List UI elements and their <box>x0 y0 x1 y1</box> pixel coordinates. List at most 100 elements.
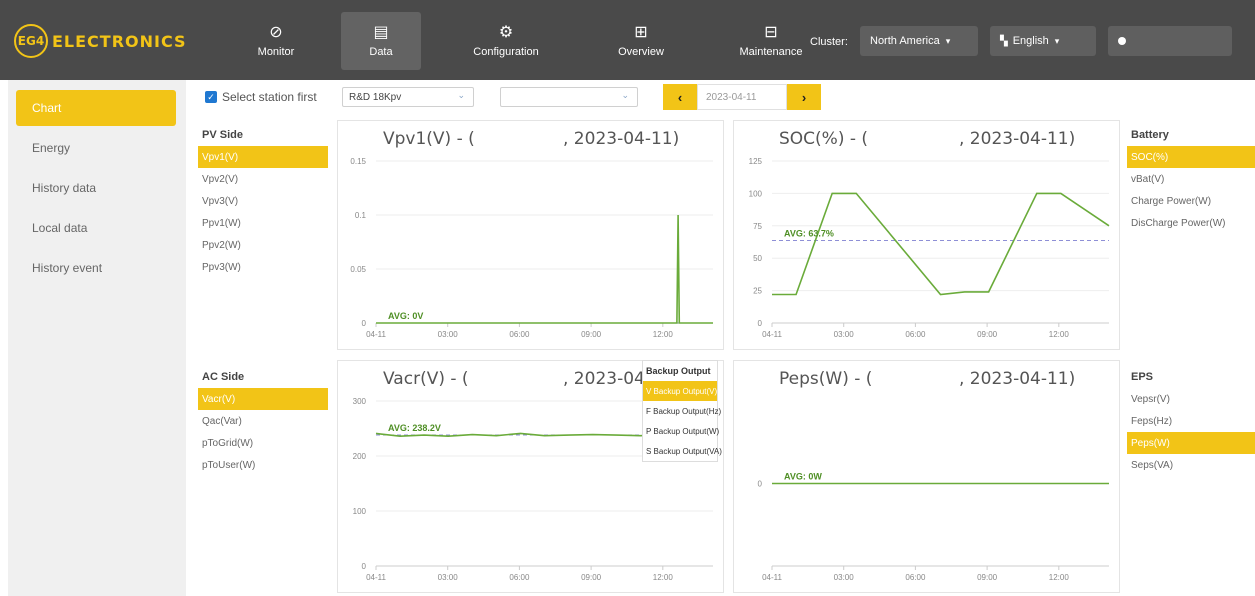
chart-date: , 2023-04-11) <box>959 129 1076 149</box>
list-item[interactable]: Vacr(V) <box>198 388 328 410</box>
list-item[interactable]: Ppv3(W) <box>198 256 328 278</box>
backup-output-menu: Backup Output V Backup Output(V) F Backu… <box>642 360 722 462</box>
list-item[interactable]: pToUser(W) <box>198 454 328 476</box>
list-item[interactable]: Feps(Hz) <box>1127 410 1255 432</box>
cluster-value: North America <box>870 35 940 47</box>
nav-configuration[interactable]: ⚙ Configuration <box>463 12 549 70</box>
soc-chart: 0 25 50 75 100 125 04-11 03:00 06:00 09:00 12:00 AV… <box>749 157 1110 339</box>
x-tick-label: 03:00 <box>438 573 459 582</box>
ac-side-list: AC Side Vacr(V) Qac(Var) pToGrid(W) pToU… <box>198 366 328 476</box>
list-item[interactable]: Seps(VA) <box>1127 454 1255 476</box>
list-item[interactable]: P Backup Output(W) <box>643 421 719 441</box>
sidebar-item-label: Energy <box>32 141 71 155</box>
nav-maintenance-label: Maintenance <box>739 45 803 58</box>
list-item[interactable]: Qac(Var) <box>198 410 328 432</box>
y-tick-label: 0.05 <box>350 265 366 274</box>
y-tick-label: 100 <box>749 189 763 198</box>
average-label: AVG: 238.2V <box>388 423 441 433</box>
nav-overview-label: Overview <box>618 45 664 58</box>
nav-overview[interactable]: ⊞ Overview <box>612 12 670 70</box>
pv-side-header: PV Side <box>202 129 243 141</box>
list-item[interactable]: Ppv1(W) <box>198 212 328 234</box>
station-select[interactable]: R&D 18Kpv ⌄ <box>342 87 474 107</box>
nav-data[interactable]: ▤ Data <box>341 12 421 70</box>
device-select[interactable]: ⌄ <box>500 87 638 107</box>
sidebar-item-history-event[interactable]: History event <box>16 250 176 286</box>
toolbox-icon: ⊟ <box>764 23 778 41</box>
date-input[interactable]: 2023-04-11 <box>697 84 787 110</box>
backup-output-title: Backup Output <box>646 366 711 376</box>
list-item[interactable]: Ppv2(W) <box>198 234 328 256</box>
list-item[interactable]: V Backup Output(V) <box>643 381 717 401</box>
nav-configuration-label: Configuration <box>473 45 539 58</box>
chevron-right-icon: › <box>801 89 807 105</box>
list-item[interactable]: Vpv2(V) <box>198 168 328 190</box>
brand-logo[interactable]: EG4 ELECTRONICS <box>14 24 187 58</box>
nav-maintenance[interactable]: ⊟ Maintenance <box>734 12 808 70</box>
series-line <box>772 192 1110 296</box>
grid-icon: ⊞ <box>634 23 648 41</box>
chart-title: SOC(%) - ( <box>779 129 869 149</box>
x-tick-label: 04-11 <box>762 573 782 582</box>
gear-icon: ⚙ <box>498 23 514 41</box>
cluster-dropdown[interactable]: North America ▾ <box>860 26 978 56</box>
x-tick-label: 06:00 <box>905 330 926 339</box>
logo-text: ELECTRONICS <box>52 31 187 51</box>
vpv1-chart: 0 0.05 0.1 0.15 04-11 03:00 06:00 09:00 12:00 AVG… <box>350 157 713 339</box>
sidebar-item-energy[interactable]: Energy <box>16 130 176 166</box>
nav-data-label: Data <box>369 45 393 58</box>
list-item[interactable]: SOC(%) <box>1127 146 1255 168</box>
nav-monitor[interactable]: ⊘ Monitor <box>248 12 304 70</box>
chart-title: Vacr(V) - ( <box>383 369 469 389</box>
y-tick-label: 0 <box>362 562 367 571</box>
y-tick-label: 0 <box>758 480 763 489</box>
chevron-left-icon: ‹ <box>677 89 683 105</box>
list-item[interactable]: F Backup Output(Hz) <box>643 401 721 421</box>
y-tick-label: 0.1 <box>355 211 367 220</box>
x-tick-label: 06:00 <box>905 573 926 582</box>
next-date-button[interactable]: › <box>787 84 821 110</box>
list-item[interactable]: Vpv3(V) <box>198 190 328 212</box>
x-tick-label: 09:00 <box>581 573 602 582</box>
select-station-label: Select station first <box>222 90 317 104</box>
list-item[interactable]: pToGrid(W) <box>198 432 328 454</box>
x-tick-label: 03:00 <box>438 330 459 339</box>
sidebar-item-label: Local data <box>32 221 88 235</box>
list-item[interactable]: S Backup Output(VA) <box>643 441 722 461</box>
list-item[interactable]: Peps(W) <box>1127 432 1255 454</box>
sidebar-item-local-data[interactable]: Local data <box>16 210 176 246</box>
y-tick-label: 0 <box>362 319 367 328</box>
sidebar-item-history-data[interactable]: History data <box>16 170 176 206</box>
list-item[interactable]: vBat(V) <box>1127 168 1255 190</box>
previous-date-button[interactable]: ‹ <box>663 84 697 110</box>
x-tick-label: 03:00 <box>834 330 855 339</box>
list-item[interactable]: DisCharge Power(W) <box>1127 212 1255 234</box>
list-item[interactable]: Vepsr(V) <box>1127 388 1255 410</box>
station-value: R&D 18Kpv <box>349 91 402 103</box>
eps-header: EPS <box>1131 371 1154 383</box>
chart-title: Vpv1(V) - ( <box>383 129 475 149</box>
list-item[interactable]: Charge Power(W) <box>1127 190 1255 212</box>
average-label: AVG: 0W <box>784 472 822 482</box>
peps-chart-panel: 0 04-11 03:00 06:00 09:00 12:00 AVG: 0W Peps(W… <box>733 360 1120 593</box>
eps-list: EPS Vepsr(V) Feps(Hz) Peps(W) Seps(VA) <box>1127 366 1255 476</box>
x-tick-label: 06:00 <box>509 573 530 582</box>
x-tick-label: 03:00 <box>834 573 855 582</box>
database-icon: ▤ <box>373 23 389 41</box>
select-station-checkbox[interactable]: ✓ <box>205 91 217 103</box>
battery-list: Battery SOC(%) vBat(V) Charge Power(W) D… <box>1127 124 1255 234</box>
chart-title: Peps(W) - ( <box>779 369 873 389</box>
x-tick-label: 12:00 <box>1049 573 1070 582</box>
chart-date: , 2023-04-11) <box>959 369 1076 389</box>
chart-date: , 2023-04-11) <box>563 129 680 149</box>
language-dropdown[interactable]: ▚ English ▾ <box>990 26 1096 56</box>
x-tick-label: 09:00 <box>977 330 998 339</box>
language-icon: ▚ <box>1000 35 1008 47</box>
x-tick-label: 12:00 <box>653 330 674 339</box>
sidebar-item-chart[interactable]: Chart <box>16 90 176 126</box>
x-tick-label: 04-11 <box>366 573 386 582</box>
x-tick-label: 06:00 <box>509 330 530 339</box>
list-item[interactable]: Vpv1(V) <box>198 146 328 168</box>
x-tick-label: 09:00 <box>581 330 602 339</box>
user-menu[interactable] <box>1108 26 1232 56</box>
